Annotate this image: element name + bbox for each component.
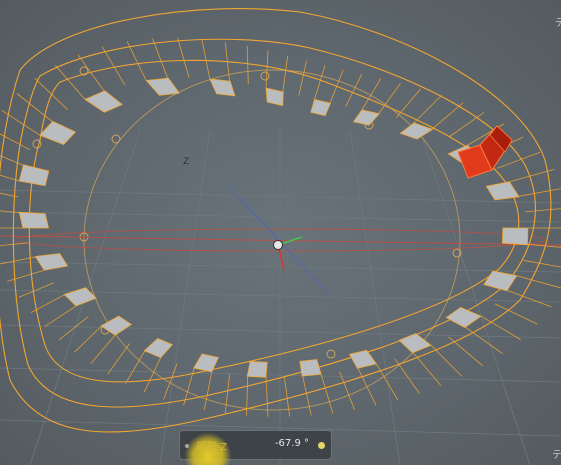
mesh-edge: [494, 303, 538, 325]
gear-tooth: [352, 109, 380, 126]
mesh-edge: [1, 110, 41, 136]
mesh-edge: [125, 350, 146, 384]
edge-label-top: テ: [555, 18, 561, 29]
mesh-edge: [339, 371, 355, 410]
mesh-edge: [0, 155, 24, 166]
mesh-edge: [395, 88, 422, 119]
gear-tooth: [63, 287, 98, 307]
mesh-edge: [44, 305, 77, 327]
mesh-edge: [0, 242, 29, 247]
mesh-edge: [298, 60, 307, 96]
mesh-edge: [152, 38, 169, 79]
gear-tooth: [143, 338, 174, 359]
mesh-edge: [523, 259, 561, 268]
gear-tooth: [348, 349, 378, 369]
mesh-edge: [329, 69, 344, 104]
gear-teeth: [18, 77, 529, 378]
mesh-edge: [394, 358, 420, 394]
gear-tooth: [485, 181, 520, 201]
mesh-edge: [320, 374, 334, 414]
gear-tooth: [84, 90, 123, 113]
mesh-edge: [448, 336, 483, 367]
gear-tooth: [310, 99, 332, 117]
axis-z-label: Z: [183, 157, 190, 167]
mesh-edge: [90, 334, 116, 364]
mesh-edge: [507, 290, 552, 308]
mesh-edge: [265, 377, 269, 417]
gear-tooth: [39, 120, 77, 145]
gear-tooth: [34, 253, 69, 271]
gear-tooth: [246, 361, 268, 378]
mesh-edge: [509, 169, 555, 183]
gear-tooth: [18, 164, 50, 187]
mesh-edge: [203, 371, 213, 411]
mesh-edge: [430, 345, 463, 377]
mesh-edge: [284, 377, 290, 417]
mesh-edge: [7, 269, 45, 282]
mesh-edge: [224, 374, 230, 414]
rotation-value[interactable]: -67.9 °: [275, 438, 309, 449]
mesh-edge: [246, 46, 249, 85]
mesh-edge: [413, 94, 443, 124]
mesh-edge: [314, 65, 326, 100]
mesh-edge: [449, 111, 485, 137]
mesh-edge: [357, 368, 377, 406]
3d-viewport[interactable]: Z 回転 Z -67.9 ° テ テ: [0, 0, 561, 465]
mesh-edge: [31, 294, 65, 313]
gear-tooth: [265, 87, 284, 107]
mesh-edge: [201, 39, 211, 79]
hud-handle-icon: [185, 444, 189, 448]
mesh-edge: [302, 376, 312, 416]
mesh-edge: [246, 376, 249, 416]
mesh-edge: [465, 326, 503, 354]
mesh-edge: [18, 282, 55, 298]
gear-tooth: [445, 306, 482, 328]
mesh-edge: [524, 208, 561, 213]
gear-tooth: [209, 78, 236, 97]
scene-canvas[interactable]: [0, 0, 561, 465]
mesh-edge: [58, 316, 89, 341]
mesh-edge: [412, 352, 442, 386]
mesh-edge: [265, 50, 269, 89]
mesh-edge: [126, 41, 147, 81]
mesh-edge: [177, 37, 190, 78]
mesh-edge: [34, 78, 68, 110]
mesh-edge: [282, 55, 289, 92]
mesh-edge: [77, 54, 105, 92]
mesh-edge: [378, 83, 401, 114]
gear-tooth: [299, 359, 322, 377]
selected-face[interactable]: [457, 125, 513, 179]
mesh-edge: [361, 78, 382, 111]
confirm-dot-icon[interactable]: [318, 442, 325, 449]
edge-label-bottom: テ: [552, 450, 561, 461]
mesh-edge: [518, 188, 561, 197]
mesh-edge: [107, 343, 130, 375]
mesh-edge: [516, 275, 561, 289]
gear-tooth: [18, 211, 50, 229]
mesh-edge: [431, 102, 464, 130]
gear-tooth: [145, 77, 181, 96]
rotation-hud[interactable]: 回転 Z -67.9 °: [179, 430, 332, 465]
mesh-edge: [74, 325, 102, 353]
gear-tooth: [501, 227, 529, 246]
gear-tooth: [483, 270, 518, 292]
rotation-axis-label: 回転 Z: [197, 442, 228, 453]
